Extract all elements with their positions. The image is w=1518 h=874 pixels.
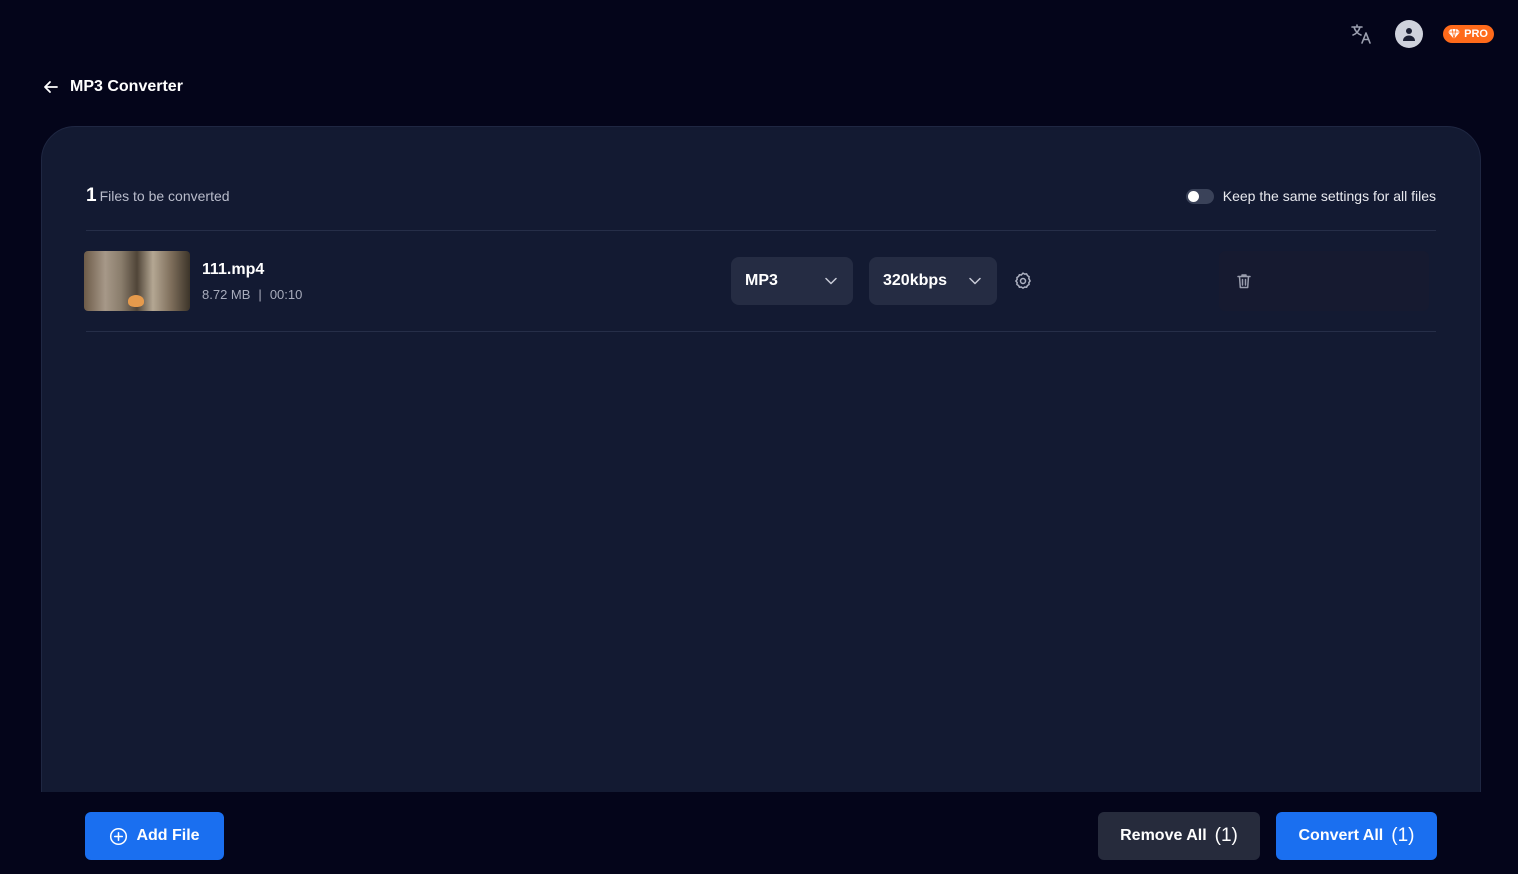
remove-all-label: Remove All (1120, 827, 1207, 844)
file-duration: 00:10 (269, 286, 303, 302)
chevron-down-icon (825, 277, 837, 285)
add-file-button[interactable]: Add File (85, 812, 224, 860)
file-count: 1 Files to be converted (86, 185, 230, 207)
bitrate-value: 320kbps (883, 272, 948, 289)
keep-settings: Keep the same settings for all files (1185, 188, 1436, 204)
remove-all-button[interactable]: Remove All (1) (1098, 812, 1260, 860)
divider (86, 230, 1436, 231)
page-header: MP3 Converter (42, 78, 183, 96)
file-name: 111.mp4 (202, 260, 265, 278)
convert-all-button[interactable]: Convert All (1) (1276, 812, 1437, 860)
arrow-left-icon[interactable] (42, 78, 60, 96)
file-meta: 8.72 MB | 00:10 (202, 287, 722, 302)
footer-bar: Add File Remove All (1) Convert All (1) (0, 792, 1518, 874)
page-title: MP3 Converter (70, 78, 183, 95)
video-thumbnail (84, 251, 190, 311)
pro-badge[interactable]: PRO (1443, 25, 1494, 43)
remove-all-count: (1) (1214, 825, 1238, 846)
divider (86, 331, 1436, 332)
keep-settings-toggle[interactable] (1185, 188, 1214, 204)
add-file-label: Add File (136, 827, 200, 844)
file-row: 111.mp4 8.72 MB | 00:10 MP3 320kbps (84, 250, 1438, 312)
user-icon[interactable] (1395, 20, 1424, 48)
format-select[interactable]: MP3 (731, 257, 853, 305)
pro-label: PRO (1464, 28, 1488, 40)
chevron-down-icon (969, 277, 981, 285)
diamond-icon (1448, 28, 1461, 40)
thumbnail-subject (128, 295, 144, 307)
file-count-row: 1 Files to be converted Keep the same se… (86, 185, 1436, 207)
topbar-actions: PRO (1347, 20, 1494, 48)
file-count-label: Files to be converted (99, 188, 230, 204)
trash-icon[interactable] (1235, 272, 1253, 290)
row-actions (1219, 251, 1429, 311)
file-size: 8.72 MB (202, 286, 251, 302)
convert-all-label: Convert All (1298, 827, 1384, 844)
translate-icon[interactable] (1347, 20, 1375, 48)
format-value: MP3 (745, 272, 778, 289)
file-info: 111.mp4 8.72 MB | 00:10 (202, 261, 722, 302)
file-list-panel: 1 Files to be converted Keep the same se… (41, 126, 1481, 826)
file-count-number: 1 (86, 185, 97, 206)
bitrate-select[interactable]: 320kbps (869, 257, 997, 305)
convert-all-count: (1) (1391, 825, 1415, 846)
plus-circle-icon (110, 827, 128, 845)
gear-icon[interactable] (1013, 271, 1033, 291)
keep-settings-label: Keep the same settings for all files (1222, 188, 1436, 204)
meta-separator: | (258, 286, 262, 302)
